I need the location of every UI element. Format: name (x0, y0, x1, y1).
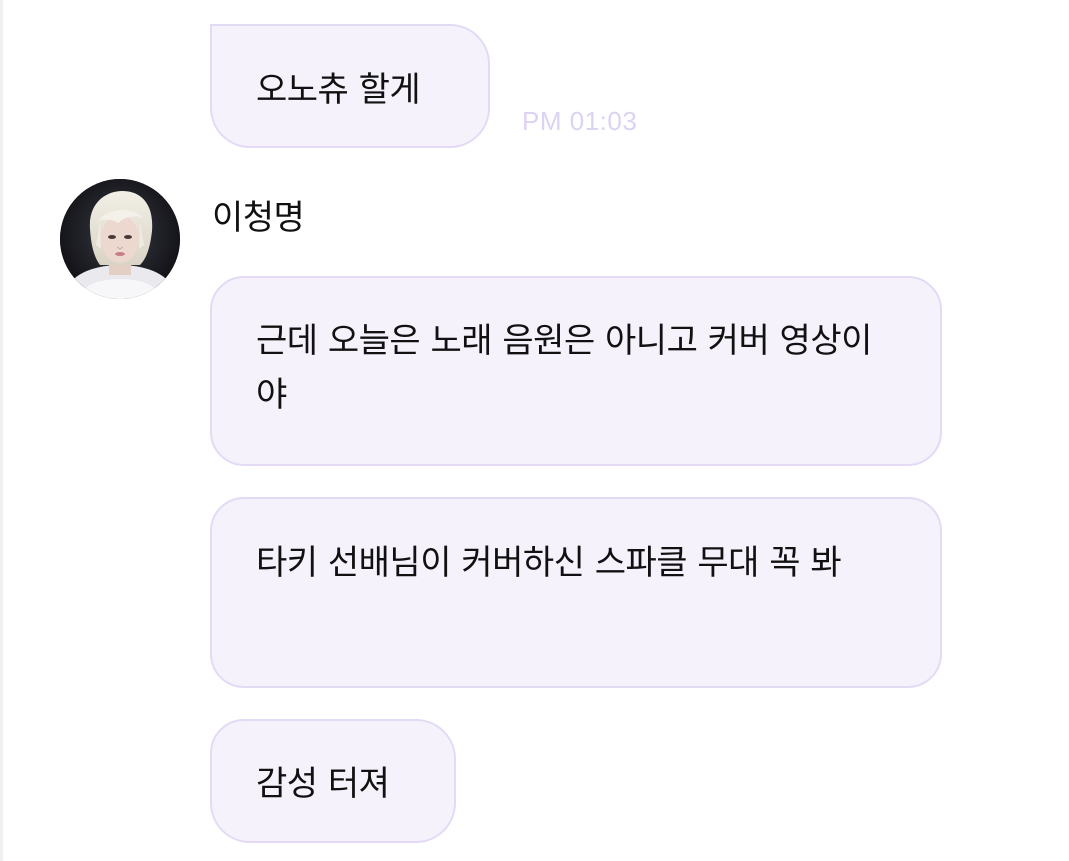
avatar[interactable] (60, 179, 180, 299)
chat-bubble[interactable]: 타키 선배님이 커버하신 스파클 무대 꼭 봐 (210, 497, 942, 688)
message-text: 오노츄 할게 (256, 70, 421, 110)
chat-bubble[interactable]: 오노츄 할게 (210, 24, 490, 148)
message-text: 근데 오늘은 노래 음원은 아니고 커버 영상이야 (256, 321, 872, 415)
message-timestamp: PM 01:03 (522, 106, 638, 136)
avatar-photo-image (60, 179, 180, 299)
message-text: 감성 터져 (256, 764, 390, 804)
screen-left-edge (0, 0, 3, 861)
chat-bubble[interactable]: 감성 터져 (210, 719, 456, 843)
sender-name: 이청명 (212, 198, 305, 238)
chat-bubble[interactable]: 근데 오늘은 노래 음원은 아니고 커버 영상이야 (210, 276, 942, 466)
message-text: 타키 선배님이 커버하신 스파클 무대 꼭 봐 (256, 543, 842, 583)
